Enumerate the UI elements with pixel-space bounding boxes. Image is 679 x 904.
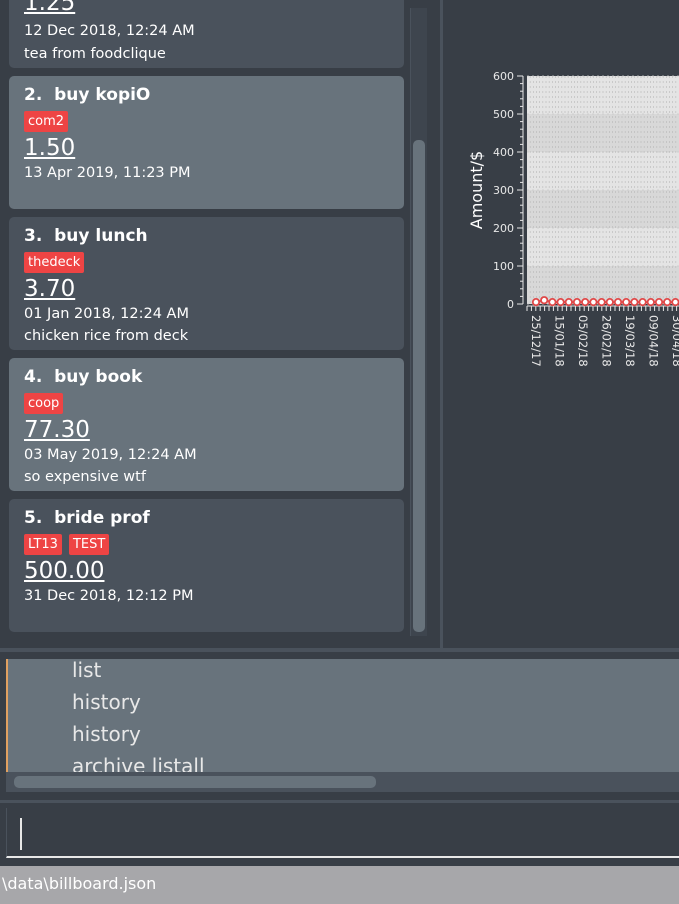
history-scrollbar-track[interactable] (6, 772, 679, 792)
x-tick-label: 26/02/18 (600, 315, 614, 367)
expense-tags: LT13 TEST (24, 534, 110, 555)
y-tick-label: 0 (507, 298, 514, 311)
x-tick-label: 25/12/17 (529, 315, 543, 367)
list-scrollbar-thumb[interactable] (413, 140, 425, 632)
history-line: history (72, 722, 141, 746)
expense-index: 3. (24, 226, 43, 246)
x-tick-label: 30/04/18 (670, 315, 679, 367)
expense-amount: 1.50 (24, 135, 76, 161)
text-caret (20, 818, 22, 850)
expense-tags: coop (24, 393, 64, 414)
expense-card-1[interactable]: 1.25 12 Dec 2018, 12:24 AM tea from food… (9, 0, 404, 68)
data-point (646, 297, 655, 307)
expense-list-panel: 1.25 12 Dec 2018, 12:24 AM tea from food… (0, 0, 440, 648)
data-point (531, 297, 541, 307)
history-line: history (72, 690, 141, 714)
data-point (630, 297, 639, 307)
status-file-path: \data\billboard.json (2, 874, 157, 893)
data-point (671, 298, 679, 307)
data-point (564, 297, 573, 307)
expense-chart-panel: 0 100 200 300 400 500 600 Amount/$ 25/12/17 15/01… (443, 0, 679, 648)
expense-date: 31 Dec 2018, 12:12 PM (24, 588, 194, 604)
tag-badge: LT13 (24, 534, 62, 555)
x-tick-label: 19/03/18 (623, 315, 637, 367)
y-tick-label: 400 (493, 146, 514, 159)
expense-date: 03 May 2019, 12:24 AM (24, 447, 197, 463)
expense-amount: 500.00 (24, 558, 105, 584)
command-box[interactable] (6, 808, 679, 858)
command-history-box[interactable]: list history history archive listall (6, 659, 679, 772)
expense-amount: 1.25 (24, 0, 76, 16)
y-axis-label: Amount/$ (467, 151, 486, 229)
data-point (572, 297, 582, 307)
x-tick-label: 09/04/18 (647, 315, 661, 367)
x-tick-label: 05/02/18 (576, 315, 590, 367)
expense-date: 13 Apr 2019, 11:23 PM (24, 165, 191, 181)
expense-title: 3. buy lunch (24, 226, 148, 246)
status-bar: \data\billboard.json (0, 866, 679, 904)
expense-remark: so expensive wtf (24, 469, 146, 485)
data-point (663, 297, 672, 307)
history-line: list (72, 659, 102, 682)
expense-amount: 3.70 (24, 276, 76, 302)
data-point (638, 297, 647, 307)
expense-date: 12 Dec 2018, 12:24 AM (24, 23, 195, 39)
y-tick-label: 200 (493, 222, 514, 235)
tag-badge: com2 (24, 111, 69, 132)
data-point (654, 297, 664, 307)
section-divider (0, 800, 679, 803)
expense-amount: 77.30 (24, 417, 90, 443)
expense-card-2[interactable]: 2. buy kopiO com2 1.50 13 Apr 2019, 11:2… (9, 76, 404, 209)
y-tick-label: 300 (493, 184, 514, 197)
y-tick-label: 100 (493, 260, 514, 273)
expense-remark: chicken rice from deck (24, 328, 189, 344)
data-point (540, 296, 549, 305)
expense-remark: tea from foodclique (24, 46, 166, 62)
data-point (581, 297, 590, 307)
expense-name: buy book (54, 367, 143, 387)
expense-card-4[interactable]: 4. buy book coop 77.30 03 May 2019, 12:2… (9, 358, 404, 491)
expense-index: 2. (24, 85, 43, 105)
expense-chart: 0 100 200 300 400 500 600 Amount/$ 25/12/17 15/01… (467, 70, 679, 367)
data-point (605, 297, 614, 307)
expense-index: 4. (24, 367, 43, 387)
data-point (613, 297, 623, 307)
expense-tags: com2 (24, 111, 69, 132)
command-input[interactable] (7, 808, 679, 858)
data-point (548, 297, 557, 307)
section-divider[interactable] (0, 648, 679, 652)
y-tick-label: 500 (493, 108, 514, 121)
expense-index: 5. (24, 508, 43, 528)
tag-badge: thedeck (24, 252, 85, 273)
expense-card-3[interactable]: 3. buy lunch thedeck 3.70 01 Jan 2018, 1… (9, 217, 404, 350)
history-line: archive listall (72, 754, 205, 772)
expense-title: 2. buy kopiO (24, 85, 150, 105)
data-point (597, 297, 606, 307)
data-point (556, 297, 565, 307)
tag-badge: coop (24, 393, 64, 414)
expense-title: 4. buy book (24, 367, 142, 387)
expense-name: buy lunch (54, 226, 148, 246)
expense-name: buy kopiO (54, 85, 151, 105)
expense-list[interactable]: 1.25 12 Dec 2018, 12:24 AM tea from food… (0, 0, 428, 640)
expense-date: 01 Jan 2018, 12:24 AM (24, 306, 189, 322)
data-point (589, 297, 598, 307)
expense-name: bride prof (54, 508, 150, 528)
tag-badge: TEST (68, 534, 110, 555)
expense-title: 5. bride prof (24, 508, 150, 528)
expense-tags: thedeck (24, 252, 85, 273)
expense-card-5[interactable]: 5. bride prof LT13 TEST 500.00 31 Dec 20… (9, 499, 404, 632)
y-tick-label: 600 (493, 70, 514, 83)
x-tick-label: 15/01/18 (553, 315, 567, 367)
history-scrollbar-thumb[interactable] (14, 776, 376, 788)
data-point (622, 297, 631, 307)
